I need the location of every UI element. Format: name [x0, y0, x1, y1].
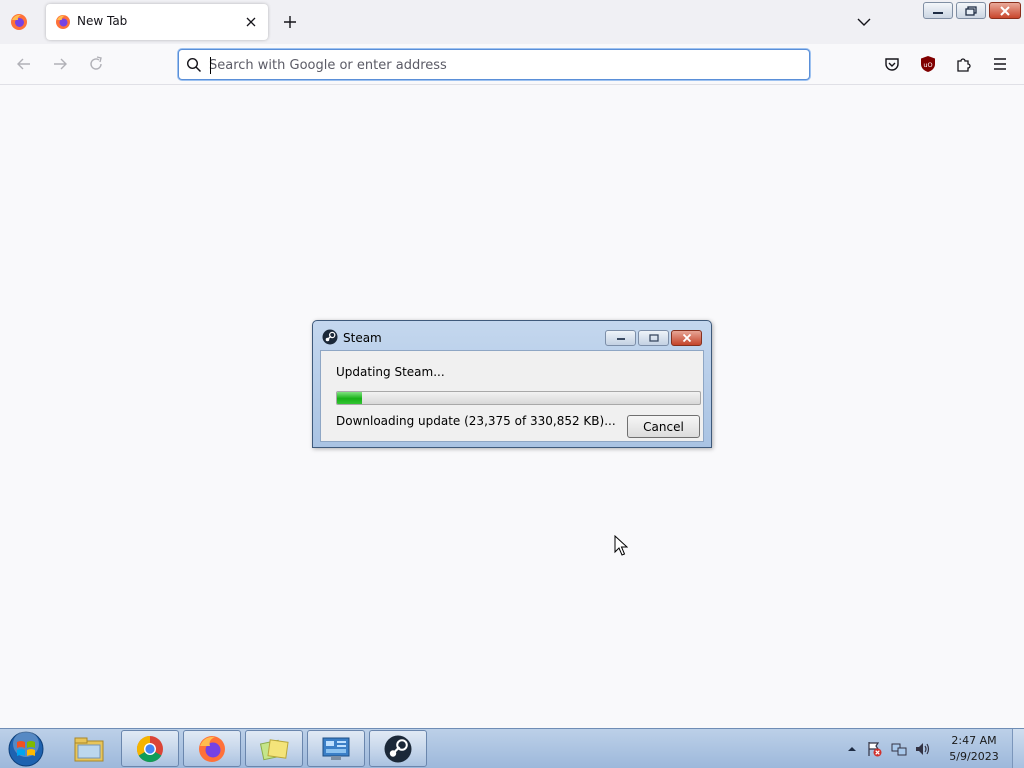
restore-window-button[interactable] — [956, 2, 986, 19]
svg-text:uO: uO — [923, 61, 932, 69]
network-icon[interactable] — [891, 741, 907, 757]
search-icon — [186, 57, 202, 73]
restore-icon — [965, 5, 977, 16]
clock-date: 5/9/2023 — [949, 750, 999, 763]
dialog-minimize-button[interactable] — [605, 330, 636, 346]
taskbar-sticky-notes[interactable] — [245, 730, 303, 767]
reload-icon[interactable] — [86, 54, 106, 74]
maximize-icon — [648, 334, 659, 342]
tab-new-tab[interactable]: New Tab — [46, 4, 268, 40]
windows-explorer-icon — [74, 737, 104, 761]
dialog-title: Steam — [343, 331, 382, 345]
clock-time: 2:47 AM — [951, 734, 997, 747]
steam-icon — [384, 735, 412, 762]
back-arrow-icon[interactable] — [14, 54, 34, 74]
taskbar-chrome[interactable] — [121, 730, 179, 767]
taskbar-control-panel[interactable] — [307, 730, 365, 767]
pocket-icon[interactable] — [882, 54, 902, 74]
new-tab-plus-icon[interactable] — [280, 12, 300, 32]
volume-icon[interactable] — [915, 741, 931, 757]
dialog-maximize-button[interactable] — [638, 330, 669, 346]
close-window-button[interactable] — [989, 2, 1021, 19]
update-status-text: Updating Steam... — [336, 365, 445, 379]
browser-titlebar: New Tab — [0, 0, 1024, 44]
minimize-icon — [933, 11, 943, 14]
address-input[interactable] — [209, 55, 799, 75]
taskbar-steam[interactable] — [369, 730, 427, 767]
minimize-icon — [616, 338, 625, 340]
navigation-toolbar: uO — [0, 44, 1024, 85]
steam-logo-icon — [322, 329, 338, 345]
show-desktop-button[interactable] — [1012, 729, 1024, 768]
taskbar-clock[interactable]: 2:47 AM 5/9/2023 — [946, 733, 1002, 765]
show-hidden-icons-icon[interactable] — [844, 741, 860, 757]
download-detail-text: Downloading update (23,375 of 330,852 KB… — [336, 414, 616, 428]
close-icon — [1000, 5, 1010, 16]
text-caret — [210, 57, 211, 74]
firefox-icon — [199, 735, 225, 762]
ublock-origin-icon[interactable]: uO — [918, 54, 938, 74]
taskbar-explorer[interactable] — [60, 730, 118, 767]
tab-title: New Tab — [77, 14, 128, 28]
window-controls — [923, 2, 1021, 19]
sticky-notes-icon — [259, 738, 289, 760]
close-tab-icon[interactable] — [242, 13, 260, 31]
cancel-button[interactable]: Cancel — [627, 415, 700, 438]
firefox-favicon-icon — [56, 15, 70, 29]
dialog-close-button[interactable] — [671, 330, 702, 346]
dialog-body: Updating Steam... Downloading update (23… — [320, 350, 704, 442]
extensions-puzzle-icon[interactable] — [954, 54, 974, 74]
minimize-window-button[interactable] — [923, 2, 953, 19]
windows-taskbar: 2:47 AM 5/9/2023 — [0, 728, 1024, 768]
update-progress-bar — [336, 391, 701, 405]
steam-update-dialog: Steam Updating Steam... Downloading upda… — [312, 320, 712, 448]
action-center-icon[interactable] — [866, 741, 882, 757]
dialog-window-controls — [605, 330, 702, 346]
close-icon — [682, 334, 691, 342]
chrome-icon — [136, 735, 163, 762]
address-bar[interactable] — [178, 49, 810, 80]
forward-arrow-icon[interactable] — [50, 54, 70, 74]
mouse-pointer-icon — [614, 535, 628, 556]
hamburger-menu-icon[interactable] — [990, 54, 1010, 74]
progress-fill — [337, 392, 363, 404]
windows-start-orb-icon[interactable] — [6, 730, 46, 768]
firefox-menu-icon[interactable] — [10, 13, 28, 31]
taskbar-firefox[interactable] — [183, 730, 241, 767]
list-all-tabs-chevron-icon[interactable] — [854, 12, 874, 32]
control-panel-icon — [322, 737, 350, 760]
